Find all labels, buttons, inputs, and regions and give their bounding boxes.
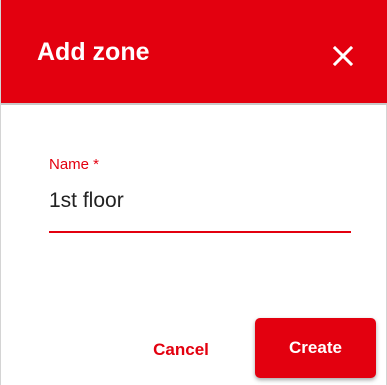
add-zone-dialog: Add zone Name * 1st floor Cancel Create <box>0 0 387 385</box>
dialog-header: Add zone <box>1 0 387 105</box>
name-field-underline <box>49 231 351 233</box>
name-field-label: Name * <box>49 156 100 173</box>
close-button[interactable] <box>323 36 363 76</box>
dialog-title: Add zone <box>37 38 150 66</box>
cancel-button[interactable]: Cancel <box>131 330 231 370</box>
create-button[interactable]: Create <box>255 318 376 378</box>
name-field[interactable]: 1st floor <box>49 186 351 216</box>
close-icon <box>333 46 353 66</box>
